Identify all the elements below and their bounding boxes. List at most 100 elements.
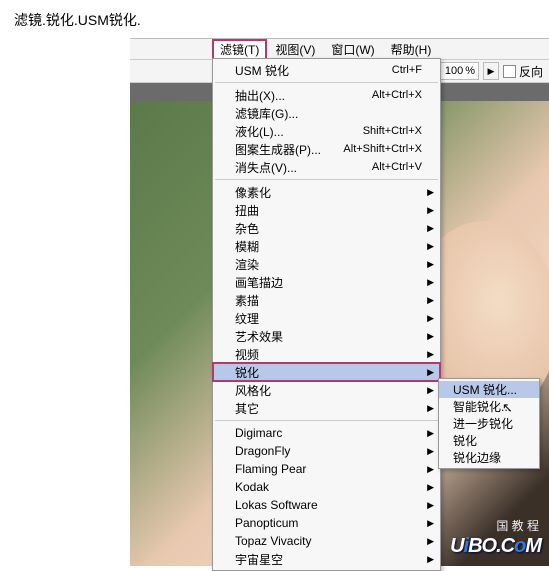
menu-item-shortcut: Alt+Ctrl+V [372, 161, 422, 173]
menu-item[interactable]: 图案生成器(P)...Alt+Shift+Ctrl+X [213, 140, 440, 158]
menu-item-label: 艺术效果 [235, 328, 422, 345]
menu-item-shortcut: Ctrl+F [392, 64, 422, 76]
menu-item[interactable]: Kodak ▶ [213, 478, 440, 496]
submenu-arrow-icon: ▶ [427, 464, 434, 475]
menu-item[interactable]: 纹理 ▶ [213, 309, 440, 327]
submenu-arrow-icon: ▶ [427, 385, 434, 396]
menu-item[interactable]: 扭曲 ▶ [213, 201, 440, 219]
menu-item-shortcut: Alt+Shift+Ctrl+X [343, 143, 422, 155]
menu-item-label: 视频 [235, 346, 422, 363]
menu-item-label: Kodak [235, 480, 422, 494]
menu-item-label: 纹理 [235, 310, 422, 327]
sharpen-submenu: USM 锐化...智能锐化...进一步锐化锐化锐化边缘 [438, 378, 540, 469]
menu-item[interactable]: 素描 ▶ [213, 291, 440, 309]
menu-item[interactable]: 风格化 ▶ [213, 381, 440, 399]
menu-separator [215, 179, 438, 180]
submenu-item[interactable]: 进一步锐化 [439, 415, 539, 432]
submenu-item[interactable]: 锐化边缘 [439, 449, 539, 466]
menu-item-label: 模糊 [235, 238, 422, 255]
menu-item[interactable]: USM 锐化Ctrl+F [213, 61, 440, 79]
menu-item[interactable]: 锐化 ▶ [213, 363, 440, 381]
submenu-item-label: 进一步锐化 [453, 415, 533, 432]
submenu-arrow-icon: ▶ [427, 367, 434, 378]
submenu-item-label: USM 锐化... [453, 381, 533, 398]
menu-item-label: DragonFly [235, 444, 422, 458]
menu-item-label: 锐化 [235, 364, 422, 381]
menu-title-help[interactable]: 帮助(H) [383, 39, 440, 60]
submenu-arrow-icon: ▶ [427, 313, 434, 324]
submenu-arrow-icon: ▶ [427, 223, 434, 234]
submenu-item-label: 智能锐化... [453, 398, 533, 415]
menu-item[interactable]: Topaz Vivacity ▶ [213, 532, 440, 550]
submenu-arrow-icon: ▶ [427, 536, 434, 547]
menu-item-label: 渲染 [235, 256, 422, 273]
menu-item-label: 其它 [235, 400, 422, 417]
menu-item[interactable]: 渲染 ▶ [213, 255, 440, 273]
menu-item-shortcut: Alt+Ctrl+X [372, 89, 422, 101]
watermark-logo: UiBO.CoM [450, 535, 541, 558]
menu-item[interactable]: 滤镜库(G)... [213, 104, 440, 122]
menu-item-label: 滤镜库(G)... [235, 105, 422, 122]
zoom-step-button[interactable]: ▶ [483, 62, 499, 80]
menu-item[interactable]: 宇宙星空▶ [213, 550, 440, 568]
reverse-label: 反向 [519, 63, 543, 80]
menu-item[interactable]: 抽出(X)...Alt+Ctrl+X [213, 86, 440, 104]
menu-item[interactable]: Lokas Software▶ [213, 496, 440, 514]
submenu-arrow-icon: ▶ [427, 403, 434, 414]
menu-item-label: Lokas Software [235, 498, 422, 512]
submenu-arrow-icon: ▶ [427, 259, 434, 270]
menu-item[interactable]: 液化(L)...Shift+Ctrl+X [213, 122, 440, 140]
menu-separator [215, 420, 438, 421]
submenu-item[interactable]: 智能锐化... [439, 398, 539, 415]
submenu-arrow-icon: ▶ [427, 331, 434, 342]
menu-item-label: 杂色 [235, 220, 422, 237]
reverse-checkbox[interactable]: 反向 [503, 63, 543, 80]
menu-item-label: Topaz Vivacity [235, 534, 422, 548]
menu-item[interactable]: Flaming Pear ▶ [213, 460, 440, 478]
menu-item-label: 图案生成器(P)... [235, 141, 343, 158]
menu-title-window[interactable]: 窗口(W) [323, 39, 382, 60]
menu-item-label: Panopticum [235, 516, 422, 530]
submenu-arrow-icon: ▶ [427, 428, 434, 439]
checkbox-box-icon [503, 65, 516, 78]
submenu-item-label: 锐化边缘 [453, 449, 533, 466]
submenu-arrow-icon: ▶ [427, 295, 434, 306]
menu-item[interactable]: Digimarc▶ [213, 424, 440, 442]
menu-item[interactable]: 消失点(V)...Alt+Ctrl+V [213, 158, 440, 176]
submenu-arrow-icon: ▶ [427, 187, 434, 198]
menu-item-label: 画笔描边 [235, 274, 422, 291]
menu-item-label: 风格化 [235, 382, 422, 399]
submenu-arrow-icon: ▶ [427, 482, 434, 493]
menu-separator [215, 82, 438, 83]
submenu-arrow-icon: ▶ [427, 446, 434, 457]
page-caption: 滤镜.锐化.USM锐化. [0, 0, 549, 30]
submenu-item[interactable]: 锐化 [439, 432, 539, 449]
submenu-item-label: 锐化 [453, 432, 533, 449]
menu-item-label: Flaming Pear [235, 462, 422, 476]
menu-item[interactable]: 模糊▶ [213, 237, 440, 255]
menu-item[interactable]: DragonFly ▶ [213, 442, 440, 460]
filter-dropdown-menu: USM 锐化Ctrl+F抽出(X)...Alt+Ctrl+X滤镜库(G)...液… [212, 58, 441, 571]
menu-item-shortcut: Shift+Ctrl+X [363, 125, 422, 137]
menu-item-label: 液化(L)... [235, 123, 363, 140]
menu-title-filter[interactable]: 滤镜(T) [212, 39, 267, 60]
menu-item-label: 素描 [235, 292, 422, 309]
watermark-subtext: 国 教 程 [496, 517, 539, 534]
menu-item-label: 抽出(X)... [235, 87, 372, 104]
menu-title-view[interactable]: 视图(V) [267, 39, 323, 60]
menu-item[interactable]: 像素化 ▶ [213, 183, 440, 201]
menu-bar: 滤镜(T) 视图(V) 窗口(W) 帮助(H) [130, 39, 549, 60]
menu-item[interactable]: 其它 ▶ [213, 399, 440, 417]
menu-item[interactable]: Panopticum▶ [213, 514, 440, 532]
menu-item[interactable]: 艺术效果 ▶ [213, 327, 440, 345]
submenu-arrow-icon: ▶ [427, 205, 434, 216]
menu-item-label: 扭曲 [235, 202, 422, 219]
menu-item[interactable]: 视频▶ [213, 345, 440, 363]
menu-item[interactable]: 杂色 ▶ [213, 219, 440, 237]
menu-item-label: USM 锐化 [235, 62, 392, 79]
menu-item-label: 消失点(V)... [235, 159, 372, 176]
menu-item[interactable]: 画笔描边▶ [213, 273, 440, 291]
submenu-item[interactable]: USM 锐化... [439, 381, 539, 398]
zoom-percent-label: % [465, 65, 478, 77]
menu-item-label: 像素化 [235, 184, 422, 201]
